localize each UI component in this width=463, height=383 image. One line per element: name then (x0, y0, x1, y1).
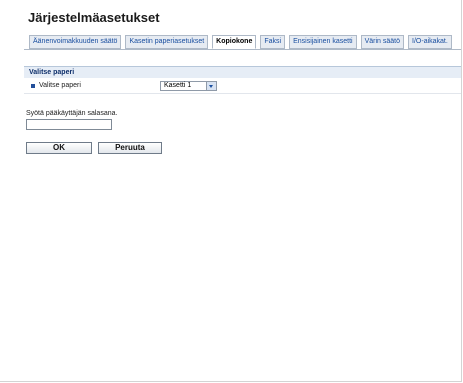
tab-volume-adjust[interactable]: Äänenvoimakkuuden säätö (29, 35, 122, 49)
tab-divider (24, 49, 461, 50)
tab-fax[interactable]: Faksi (260, 35, 286, 49)
tab-priority-tray[interactable]: Ensisijainen kasetti (289, 35, 357, 49)
row-divider (24, 93, 461, 94)
paper-select[interactable]: Kasetti 1 (160, 81, 217, 91)
setting-row-label: Valitse paperi (31, 82, 81, 89)
tab-io-timeout[interactable]: I/O-aikakat. (408, 35, 452, 49)
cancel-button[interactable]: Peruuta (98, 142, 162, 154)
paper-select-value: Kasetti 1 (164, 82, 192, 89)
section-header: Valitse paperi (24, 66, 461, 78)
bullet-icon (31, 83, 35, 88)
admin-password-input[interactable] (26, 119, 112, 130)
chevron-down-icon[interactable] (206, 82, 216, 90)
page-title: Järjestelmäasetukset (28, 10, 160, 25)
window-frame (0, 0, 462, 382)
tab-color-adjust[interactable]: Värin säätö (360, 35, 405, 49)
tab-copier[interactable]: Kopiokone (212, 35, 257, 49)
tab-tray-paper-settings[interactable]: Kasetin paperiasetukset (125, 35, 209, 49)
ok-button[interactable]: OK (26, 142, 92, 154)
section-title: Valitse paperi (29, 69, 75, 76)
paper-select-label: Valitse paperi (39, 82, 81, 89)
password-label: Syötä pääkäyttäjän salasana. (26, 110, 118, 117)
tab-bar: Äänenvoimakkuuden säätö Kasetin paperias… (29, 35, 452, 50)
